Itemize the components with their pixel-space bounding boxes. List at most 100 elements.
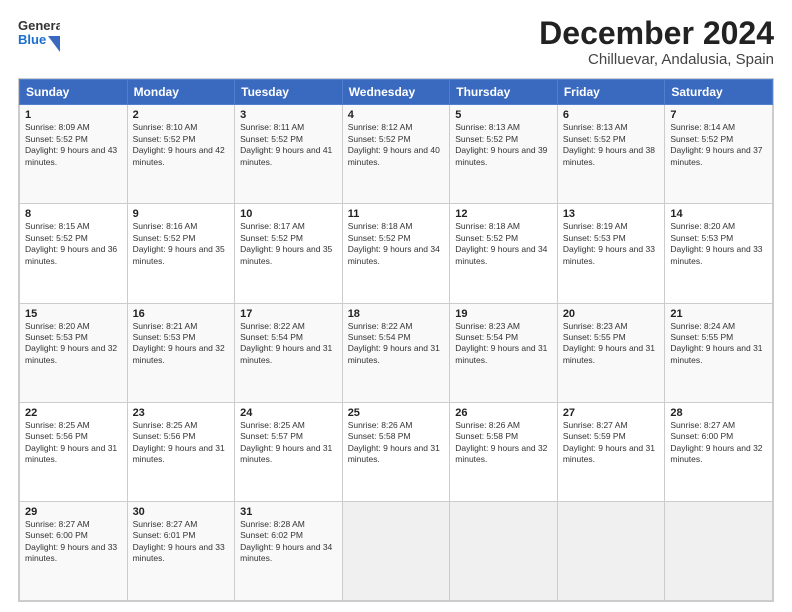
- day-number: 17: [240, 308, 337, 320]
- day-number: 12: [455, 208, 552, 220]
- col-tuesday: Tuesday: [235, 80, 343, 105]
- day-number: 10: [240, 208, 337, 220]
- day-info: Sunrise: 8:19 AM Sunset: 5:53 PM Dayligh…: [563, 221, 660, 267]
- day-info: Sunrise: 8:10 AM Sunset: 5:52 PM Dayligh…: [133, 122, 230, 168]
- day-number: 23: [133, 407, 230, 419]
- title-block: December 2024 Chilluevar, Andalusia, Spa…: [539, 16, 774, 68]
- day-info: Sunrise: 8:18 AM Sunset: 5:52 PM Dayligh…: [348, 221, 445, 267]
- day-info: Sunrise: 8:22 AM Sunset: 5:54 PM Dayligh…: [240, 321, 337, 367]
- day-info: Sunrise: 8:16 AM Sunset: 5:52 PM Dayligh…: [133, 221, 230, 267]
- table-row: 24 Sunrise: 8:25 AM Sunset: 5:57 PM Dayl…: [235, 402, 343, 501]
- table-row: 2 Sunrise: 8:10 AM Sunset: 5:52 PM Dayli…: [127, 105, 235, 204]
- table-row: 25 Sunrise: 8:26 AM Sunset: 5:58 PM Dayl…: [342, 402, 450, 501]
- day-info: Sunrise: 8:25 AM Sunset: 5:56 PM Dayligh…: [25, 420, 122, 466]
- day-number: 26: [455, 407, 552, 419]
- calendar: Sunday Monday Tuesday Wednesday Thursday…: [18, 78, 774, 602]
- table-row: 14 Sunrise: 8:20 AM Sunset: 5:53 PM Dayl…: [665, 204, 773, 303]
- col-sunday: Sunday: [20, 80, 128, 105]
- day-number: 29: [25, 506, 122, 518]
- day-number: 24: [240, 407, 337, 419]
- col-friday: Friday: [557, 80, 665, 105]
- logo-svg: General Blue: [18, 16, 60, 52]
- day-info: Sunrise: 8:27 AM Sunset: 6:00 PM Dayligh…: [25, 519, 122, 565]
- logo-general-text: General: [18, 18, 60, 33]
- day-number: 1: [25, 109, 122, 121]
- day-info: Sunrise: 8:17 AM Sunset: 5:52 PM Dayligh…: [240, 221, 337, 267]
- col-wednesday: Wednesday: [342, 80, 450, 105]
- logo-icon-container: General Blue: [18, 16, 60, 52]
- day-info: Sunrise: 8:21 AM Sunset: 5:53 PM Dayligh…: [133, 321, 230, 367]
- table-row: 23 Sunrise: 8:25 AM Sunset: 5:56 PM Dayl…: [127, 402, 235, 501]
- col-saturday: Saturday: [665, 80, 773, 105]
- table-row: [665, 501, 773, 600]
- logo-wordmark: General Blue: [18, 16, 60, 52]
- day-info: Sunrise: 8:26 AM Sunset: 5:58 PM Dayligh…: [455, 420, 552, 466]
- table-row: 19 Sunrise: 8:23 AM Sunset: 5:54 PM Dayl…: [450, 303, 558, 402]
- table-row: 10 Sunrise: 8:17 AM Sunset: 5:52 PM Dayl…: [235, 204, 343, 303]
- day-number: 16: [133, 308, 230, 320]
- day-info: Sunrise: 8:09 AM Sunset: 5:52 PM Dayligh…: [25, 122, 122, 168]
- table-row: 3 Sunrise: 8:11 AM Sunset: 5:52 PM Dayli…: [235, 105, 343, 204]
- logo-blue-text: Blue: [18, 32, 46, 47]
- day-info: Sunrise: 8:13 AM Sunset: 5:52 PM Dayligh…: [563, 122, 660, 168]
- table-row: 7 Sunrise: 8:14 AM Sunset: 5:52 PM Dayli…: [665, 105, 773, 204]
- day-number: 13: [563, 208, 660, 220]
- day-info: Sunrise: 8:14 AM Sunset: 5:52 PM Dayligh…: [670, 122, 767, 168]
- table-row: 5 Sunrise: 8:13 AM Sunset: 5:52 PM Dayli…: [450, 105, 558, 204]
- page-subtitle: Chilluevar, Andalusia, Spain: [539, 51, 774, 68]
- day-number: 3: [240, 109, 337, 121]
- table-row: 21 Sunrise: 8:24 AM Sunset: 5:55 PM Dayl…: [665, 303, 773, 402]
- table-row: 6 Sunrise: 8:13 AM Sunset: 5:52 PM Dayli…: [557, 105, 665, 204]
- day-info: Sunrise: 8:18 AM Sunset: 5:52 PM Dayligh…: [455, 221, 552, 267]
- day-info: Sunrise: 8:23 AM Sunset: 5:55 PM Dayligh…: [563, 321, 660, 367]
- day-info: Sunrise: 8:25 AM Sunset: 5:57 PM Dayligh…: [240, 420, 337, 466]
- table-row: 16 Sunrise: 8:21 AM Sunset: 5:53 PM Dayl…: [127, 303, 235, 402]
- day-number: 2: [133, 109, 230, 121]
- table-row: 27 Sunrise: 8:27 AM Sunset: 5:59 PM Dayl…: [557, 402, 665, 501]
- table-row: 22 Sunrise: 8:25 AM Sunset: 5:56 PM Dayl…: [20, 402, 128, 501]
- table-row: 31 Sunrise: 8:28 AM Sunset: 6:02 PM Dayl…: [235, 501, 343, 600]
- day-info: Sunrise: 8:15 AM Sunset: 5:52 PM Dayligh…: [25, 221, 122, 267]
- table-row: 9 Sunrise: 8:16 AM Sunset: 5:52 PM Dayli…: [127, 204, 235, 303]
- col-thursday: Thursday: [450, 80, 558, 105]
- day-number: 6: [563, 109, 660, 121]
- day-info: Sunrise: 8:25 AM Sunset: 5:56 PM Dayligh…: [133, 420, 230, 466]
- table-row: 30 Sunrise: 8:27 AM Sunset: 6:01 PM Dayl…: [127, 501, 235, 600]
- day-number: 15: [25, 308, 122, 320]
- day-number: 11: [348, 208, 445, 220]
- day-number: 7: [670, 109, 767, 121]
- table-row: 4 Sunrise: 8:12 AM Sunset: 5:52 PM Dayli…: [342, 105, 450, 204]
- day-number: 25: [348, 407, 445, 419]
- day-number: 4: [348, 109, 445, 121]
- day-info: Sunrise: 8:13 AM Sunset: 5:52 PM Dayligh…: [455, 122, 552, 168]
- day-info: Sunrise: 8:27 AM Sunset: 5:59 PM Dayligh…: [563, 420, 660, 466]
- header: General Blue December 2024 Chilluevar, A…: [18, 16, 774, 68]
- table-row: 11 Sunrise: 8:18 AM Sunset: 5:52 PM Dayl…: [342, 204, 450, 303]
- table-row: 18 Sunrise: 8:22 AM Sunset: 5:54 PM Dayl…: [342, 303, 450, 402]
- day-number: 31: [240, 506, 337, 518]
- table-row: 29 Sunrise: 8:27 AM Sunset: 6:00 PM Dayl…: [20, 501, 128, 600]
- day-number: 8: [25, 208, 122, 220]
- day-number: 22: [25, 407, 122, 419]
- day-info: Sunrise: 8:24 AM Sunset: 5:55 PM Dayligh…: [670, 321, 767, 367]
- day-info: Sunrise: 8:20 AM Sunset: 5:53 PM Dayligh…: [670, 221, 767, 267]
- day-info: Sunrise: 8:27 AM Sunset: 6:01 PM Dayligh…: [133, 519, 230, 565]
- day-info: Sunrise: 8:27 AM Sunset: 6:00 PM Dayligh…: [670, 420, 767, 466]
- table-row: [450, 501, 558, 600]
- day-number: 30: [133, 506, 230, 518]
- page: General Blue December 2024 Chilluevar, A…: [0, 0, 792, 612]
- day-number: 27: [563, 407, 660, 419]
- table-row: 28 Sunrise: 8:27 AM Sunset: 6:00 PM Dayl…: [665, 402, 773, 501]
- day-info: Sunrise: 8:28 AM Sunset: 6:02 PM Dayligh…: [240, 519, 337, 565]
- day-number: 14: [670, 208, 767, 220]
- day-number: 5: [455, 109, 552, 121]
- day-info: Sunrise: 8:22 AM Sunset: 5:54 PM Dayligh…: [348, 321, 445, 367]
- table-row: 26 Sunrise: 8:26 AM Sunset: 5:58 PM Dayl…: [450, 402, 558, 501]
- day-info: Sunrise: 8:26 AM Sunset: 5:58 PM Dayligh…: [348, 420, 445, 466]
- day-info: Sunrise: 8:11 AM Sunset: 5:52 PM Dayligh…: [240, 122, 337, 168]
- day-info: Sunrise: 8:12 AM Sunset: 5:52 PM Dayligh…: [348, 122, 445, 168]
- day-number: 21: [670, 308, 767, 320]
- table-row: 8 Sunrise: 8:15 AM Sunset: 5:52 PM Dayli…: [20, 204, 128, 303]
- day-info: Sunrise: 8:23 AM Sunset: 5:54 PM Dayligh…: [455, 321, 552, 367]
- col-monday: Monday: [127, 80, 235, 105]
